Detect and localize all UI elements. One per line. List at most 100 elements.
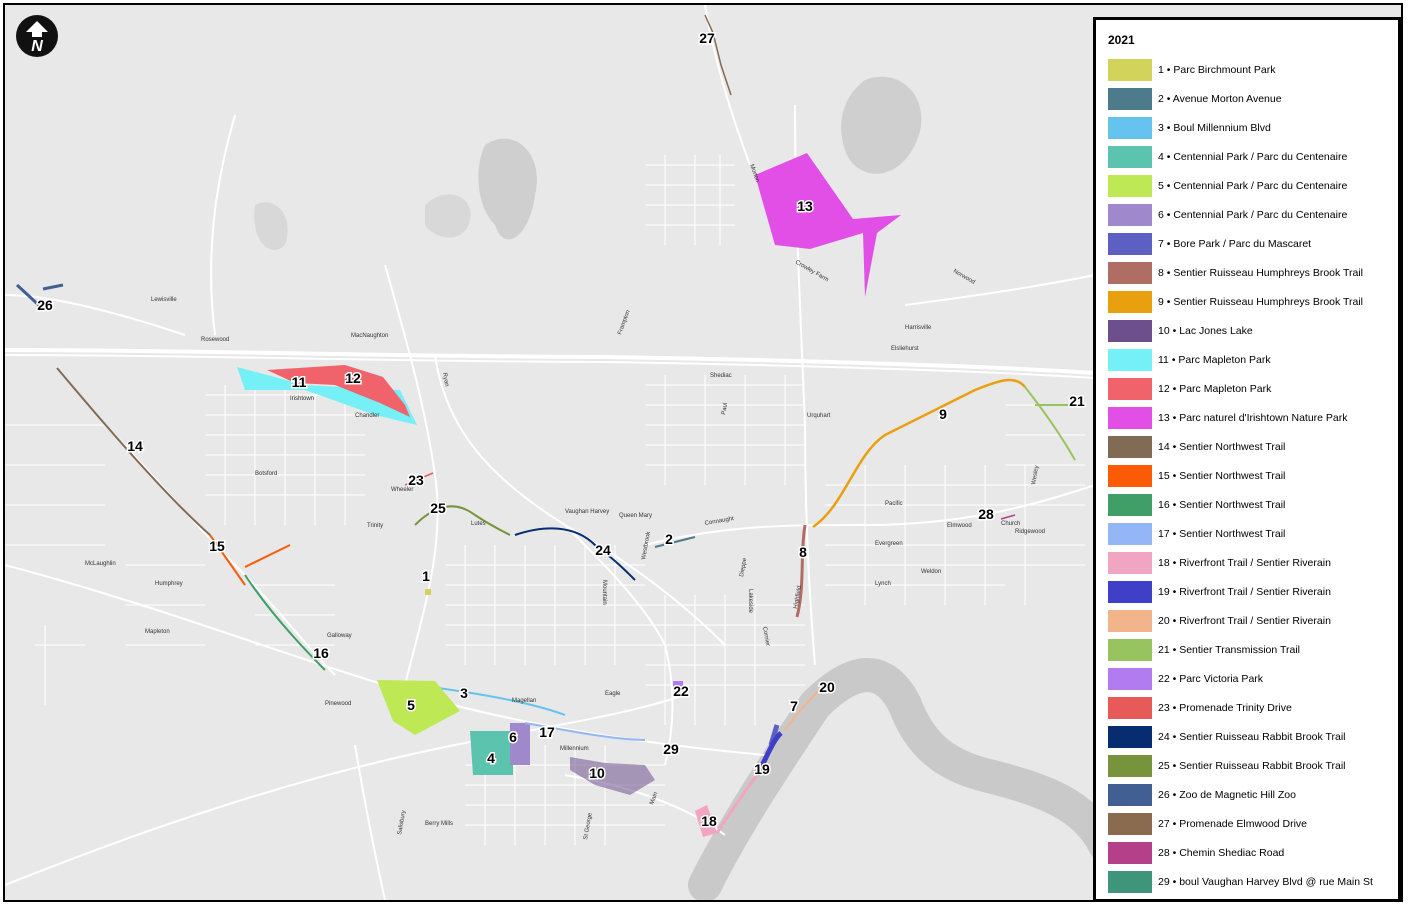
- site-number-2[interactable]: 2: [664, 530, 675, 549]
- legend-item-14: 14 • Sentier Northwest Trail: [1108, 432, 1373, 461]
- legend-item-6: 6 • Centennial Park / Parc du Centenaire: [1108, 200, 1373, 229]
- legend: 2021 1 • Parc Birchmount Park 2 • Avenue …: [1093, 17, 1401, 900]
- site-number-6[interactable]: 6: [508, 728, 519, 747]
- legend-item-7: 7 • Bore Park / Parc du Mascaret: [1108, 229, 1373, 258]
- legend-swatch: [1108, 377, 1152, 400]
- legend-item-21: 21 • Sentier Transmission Trail: [1108, 635, 1373, 664]
- legend-swatch: [1108, 725, 1152, 748]
- site-number-25[interactable]: 25: [429, 499, 448, 518]
- legend-label: 13 • Parc naturel d'Irishtown Nature Par…: [1158, 411, 1348, 424]
- legend-label: 21 • Sentier Transmission Trail: [1158, 643, 1300, 656]
- legend-swatch: [1108, 145, 1152, 168]
- legend-label: 17 • Sentier Northwest Trail: [1158, 527, 1286, 540]
- street-label: Shediac: [710, 373, 732, 379]
- legend-label: 29 • boul Vaughan Harvey Blvd @ rue Main…: [1158, 875, 1373, 888]
- site-number-24[interactable]: 24: [594, 541, 613, 560]
- legend-label: 10 • Lac Jones Lake: [1158, 324, 1253, 337]
- street-label: Mapleton: [145, 629, 170, 635]
- legend-swatch: [1108, 812, 1152, 835]
- street-label: Trinity: [367, 523, 383, 529]
- site-number-12[interactable]: 12: [344, 369, 363, 388]
- legend-item-27: 27 • Promenade Elmwood Drive: [1108, 809, 1373, 838]
- site-number-3[interactable]: 3: [459, 684, 470, 703]
- legend-item-9: 9 • Sentier Ruisseau Humphreys Brook Tra…: [1108, 287, 1373, 316]
- legend-label: 2 • Avenue Morton Avenue: [1158, 92, 1282, 105]
- site-number-29[interactable]: 29: [662, 740, 681, 759]
- legend-label: 18 • Riverfront Trail / Sentier Riverain: [1158, 556, 1331, 569]
- compass-letter: N: [31, 38, 43, 55]
- site-number-18[interactable]: 18: [700, 812, 719, 831]
- legend-label: 24 • Sentier Ruisseau Rabbit Brook Trail: [1158, 730, 1346, 743]
- legend-item-23: 23 • Promenade Trinity Drive: [1108, 693, 1373, 722]
- lake-shape: [425, 194, 471, 238]
- legend-label: 14 • Sentier Northwest Trail: [1158, 440, 1286, 453]
- legend-year: 2021: [1108, 33, 1135, 47]
- site-number-11[interactable]: 11: [290, 373, 308, 392]
- street-label: Pacific: [885, 501, 903, 507]
- legend-swatch: [1108, 319, 1152, 342]
- site-number-26[interactable]: 26: [36, 296, 55, 315]
- legend-swatch: [1108, 551, 1152, 574]
- street-label: Eagle: [605, 691, 621, 697]
- site-number-16[interactable]: 16: [312, 644, 331, 663]
- legend-item-16: 16 • Sentier Northwest Trail: [1108, 490, 1373, 519]
- legend-label: 27 • Promenade Elmwood Drive: [1158, 817, 1307, 830]
- legend-item-1: 1 • Parc Birchmount Park: [1108, 55, 1373, 84]
- site-number-8[interactable]: 8: [798, 543, 809, 562]
- legend-label: 8 • Sentier Ruisseau Humphreys Brook Tra…: [1158, 266, 1364, 279]
- legend-item-8: 8 • Sentier Ruisseau Humphreys Brook Tra…: [1108, 258, 1373, 287]
- street-label: Berry Mills: [425, 821, 453, 827]
- street-label: Botsford: [255, 471, 277, 477]
- legend-swatch: [1108, 116, 1152, 139]
- legend-item-20: 20 • Riverfront Trail / Sentier Riverain: [1108, 606, 1373, 635]
- site-number-21[interactable]: 21: [1068, 392, 1087, 411]
- street-label: Magellan: [512, 698, 536, 704]
- street-label: Harrisville: [905, 325, 932, 331]
- legend-item-17: 17 • Sentier Northwest Trail: [1108, 519, 1373, 548]
- site-number-9[interactable]: 9: [938, 405, 949, 424]
- legend-item-19: 19 • Riverfront Trail / Sentier Riverain: [1108, 577, 1373, 606]
- site-number-10[interactable]: 10: [588, 764, 607, 783]
- legend-item-22: 22 • Parc Victoria Park: [1108, 664, 1373, 693]
- site-number-13[interactable]: 13: [796, 197, 815, 216]
- street-label: Urquhart: [807, 413, 831, 419]
- legend-label: 16 • Sentier Northwest Trail: [1158, 498, 1286, 511]
- legend-swatch: [1108, 58, 1152, 81]
- street-label: Weldon: [921, 569, 941, 575]
- street-label: Rosewood: [201, 337, 229, 343]
- street-label: Millennium: [560, 746, 589, 752]
- legend-label: 12 • Parc Mapleton Park: [1158, 382, 1272, 395]
- legend-item-15: 15 • Sentier Northwest Trail: [1108, 461, 1373, 490]
- site-number-19[interactable]: 19: [753, 760, 772, 779]
- legend-swatch: [1108, 841, 1152, 864]
- site-number-1[interactable]: 1: [421, 567, 432, 586]
- street-label: Lynch: [875, 581, 891, 587]
- site-number-4[interactable]: 4: [486, 749, 497, 768]
- site-number-27[interactable]: 27: [698, 29, 717, 48]
- site-number-22[interactable]: 22: [672, 682, 691, 701]
- legend-item-4: 4 • Centennial Park / Parc du Centenaire: [1108, 142, 1373, 171]
- site-number-5[interactable]: 5: [406, 696, 417, 715]
- legend-swatch: [1108, 406, 1152, 429]
- legend-swatch: [1108, 696, 1152, 719]
- street-label: Mountain: [601, 580, 607, 605]
- legend-swatch: [1108, 348, 1152, 371]
- site-number-7[interactable]: 7: [789, 697, 800, 716]
- legend-label: 3 • Boul Millennium Blvd: [1158, 121, 1271, 134]
- site-number-15[interactable]: 15: [208, 537, 227, 556]
- site-number-17[interactable]: 17: [538, 723, 557, 742]
- street-label: Chandler: [355, 413, 379, 419]
- legend-item-11: 11 • Parc Mapleton Park: [1108, 345, 1373, 374]
- legend-label: 5 • Centennial Park / Parc du Centenaire: [1158, 179, 1348, 192]
- legend-item-12: 12 • Parc Mapleton Park: [1108, 374, 1373, 403]
- site-number-28[interactable]: 28: [977, 505, 996, 524]
- site-number-23[interactable]: 23: [407, 471, 426, 490]
- street-label: Ridgewood: [1015, 529, 1045, 535]
- street-label: Evergreen: [875, 541, 903, 547]
- street-label: Church: [1001, 521, 1020, 527]
- legend-swatch: [1108, 174, 1152, 197]
- site-number-14[interactable]: 14: [126, 437, 145, 456]
- legend-swatch: [1108, 870, 1152, 893]
- site-number-20[interactable]: 20: [818, 678, 837, 697]
- legend-label: 23 • Promenade Trinity Drive: [1158, 701, 1292, 714]
